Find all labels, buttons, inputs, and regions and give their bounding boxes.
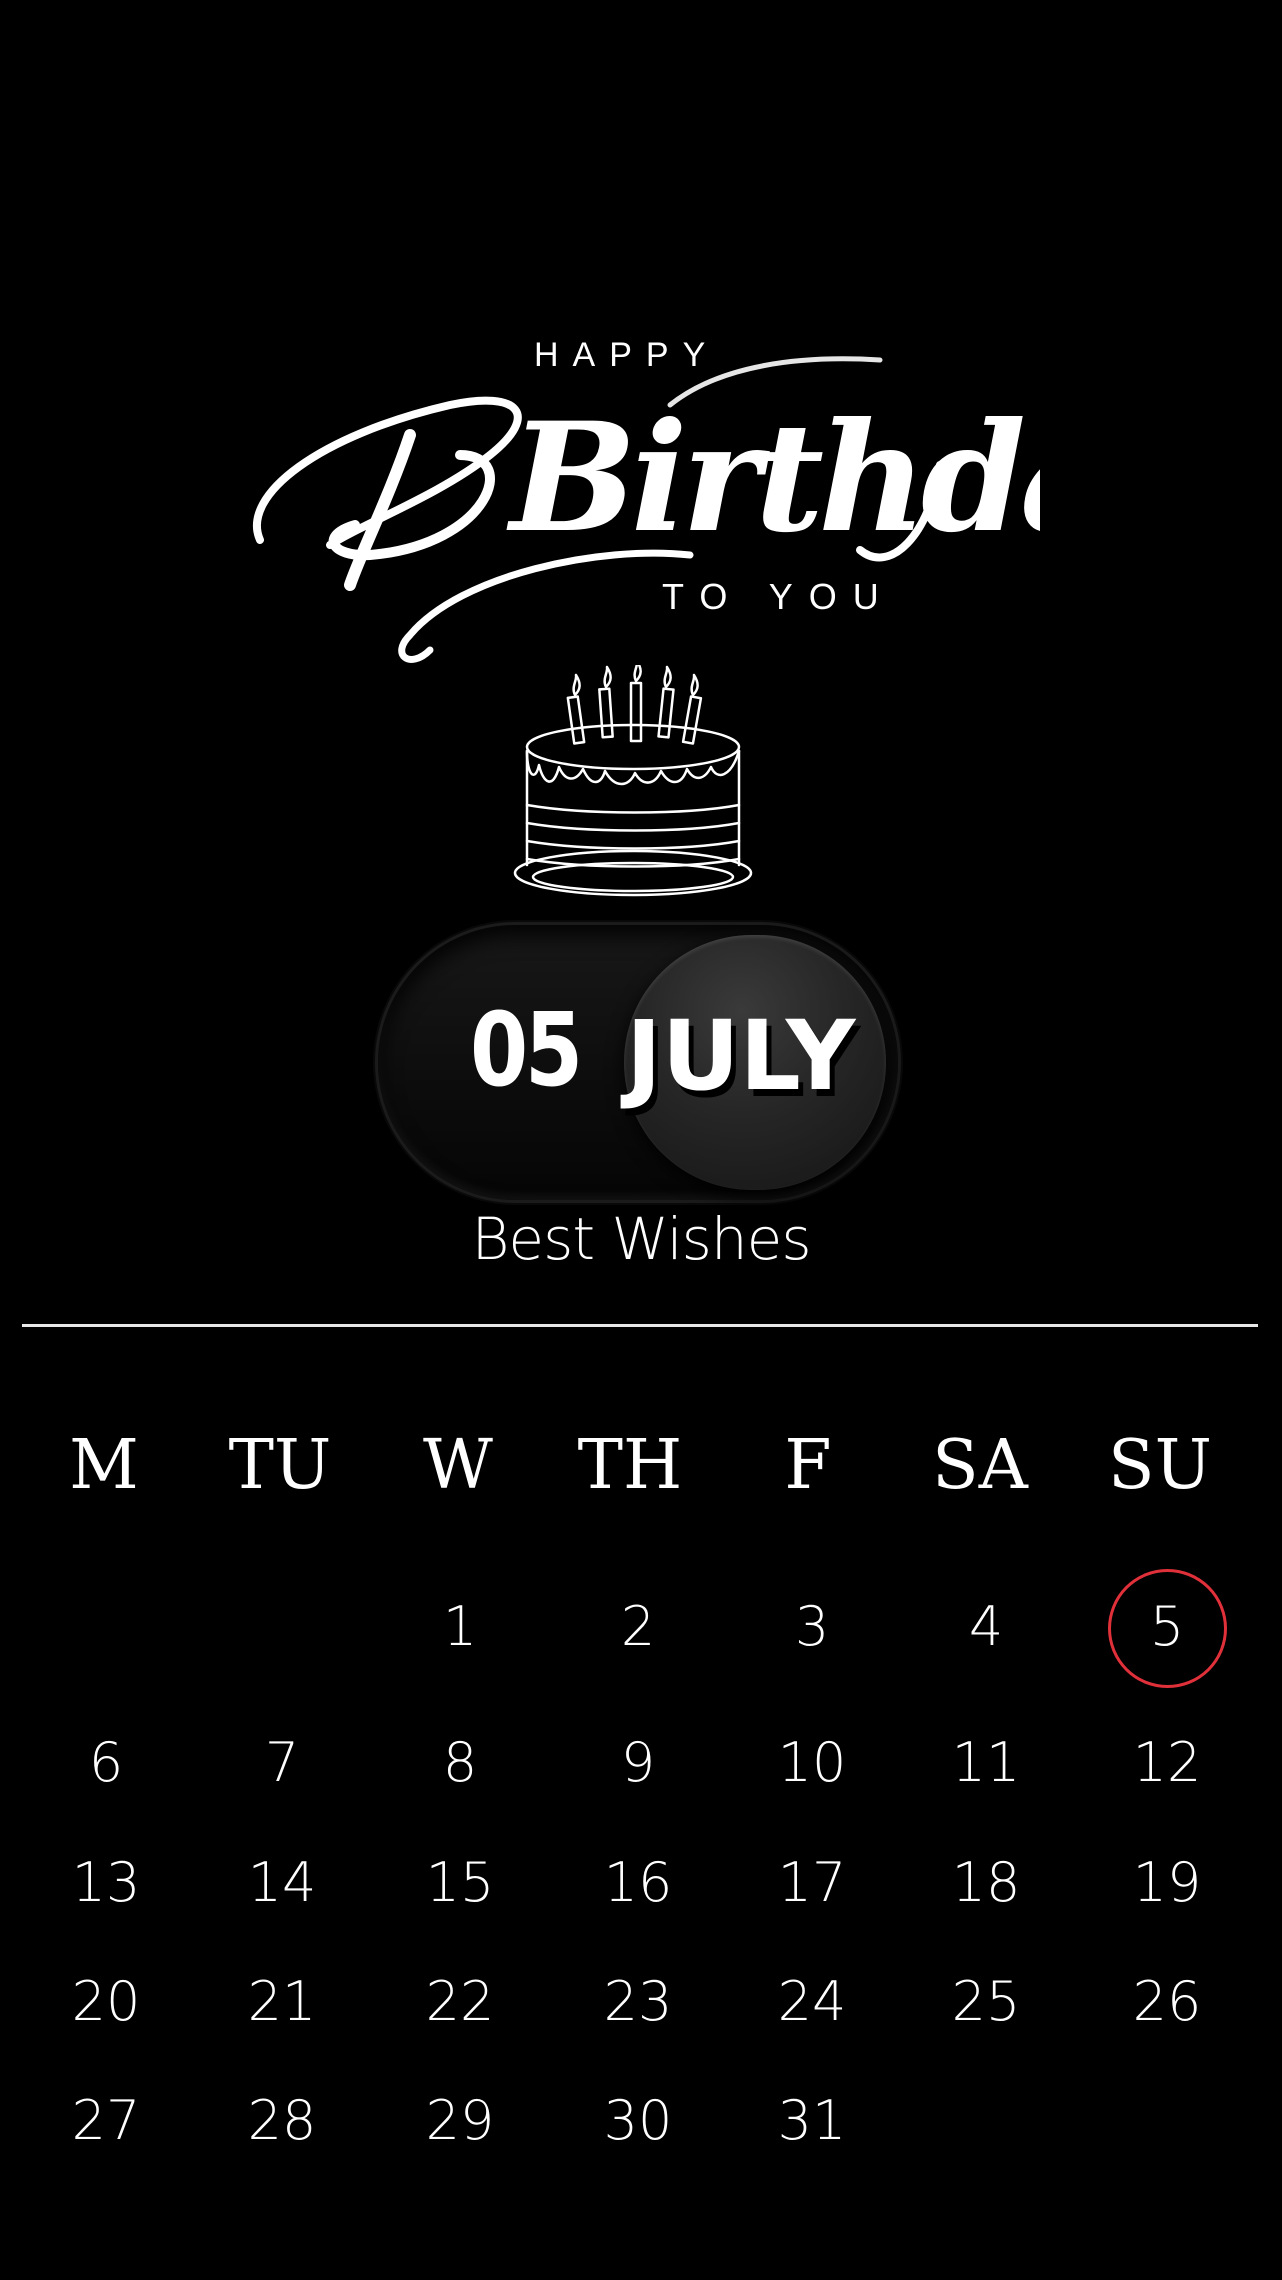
- calendar-date[interactable]: 8: [400, 1736, 520, 1790]
- calendar-date[interactable]: 18: [926, 1856, 1046, 1910]
- calendar-date[interactable]: 7: [222, 1736, 342, 1790]
- calendar-date[interactable]: 27: [46, 2094, 166, 2148]
- calendar-date[interactable]: 25: [926, 1975, 1046, 2029]
- calendar-date-highlighted[interactable]: 5: [1107, 1569, 1227, 1688]
- calendar-date[interactable]: 10: [752, 1736, 872, 1790]
- calendar-date[interactable]: 30: [578, 2094, 698, 2148]
- calendar-date[interactable]: 1: [400, 1600, 520, 1654]
- calendar-date[interactable]: 23: [578, 1975, 698, 2029]
- calendar-date[interactable]: 28: [222, 2094, 342, 2148]
- greeting-to-you: TO YOU: [662, 576, 895, 617]
- weekday-label: W: [423, 1426, 493, 1505]
- calendar-date[interactable]: 4: [926, 1600, 1046, 1654]
- birthday-greeting: HAPPY Birthday TO YOU: [0, 0, 1282, 700]
- calendar-date[interactable]: 13: [46, 1856, 166, 1910]
- weekday-label: SA: [932, 1426, 1028, 1505]
- calendar-date[interactable]: 9: [578, 1736, 698, 1790]
- weekday-label: TU: [228, 1426, 332, 1505]
- calendar-date[interactable]: 2: [578, 1600, 698, 1654]
- calendar-date[interactable]: 22: [400, 1975, 520, 2029]
- calendar-date[interactable]: 19: [1107, 1856, 1227, 1910]
- weekday-label: TH: [577, 1426, 683, 1505]
- weekday-label: SU: [1108, 1426, 1212, 1505]
- calendar-date[interactable]: 24: [752, 1975, 872, 2029]
- day-number: 05: [470, 991, 583, 1110]
- calendar-date[interactable]: 3: [752, 1600, 872, 1654]
- title-script-text: Birthday: [506, 390, 1040, 566]
- birthday-cake-icon: [513, 665, 753, 897]
- calendar-date[interactable]: 14: [222, 1856, 342, 1910]
- calendar-date[interactable]: 20: [46, 1975, 166, 2029]
- calendar-date[interactable]: 31: [752, 2094, 872, 2148]
- calendar-date[interactable]: 15: [400, 1856, 520, 1910]
- birthday-script-title: Birthday: [253, 356, 1040, 663]
- calendar-date[interactable]: 26: [1107, 1975, 1227, 2029]
- calendar-date[interactable]: 17: [752, 1856, 872, 1910]
- calendar-date[interactable]: 21: [222, 1975, 342, 2029]
- weekday-label: M: [69, 1426, 139, 1505]
- calendar-date[interactable]: 16: [578, 1856, 698, 1910]
- month-label: JULY: [626, 1000, 856, 1112]
- weekday-label: F: [784, 1426, 832, 1505]
- calendar-date[interactable]: 29: [400, 2094, 520, 2148]
- best-wishes-text: Best Wishes: [471, 1205, 811, 1273]
- calendar-date[interactable]: 6: [46, 1736, 166, 1790]
- calendar-date[interactable]: 11: [926, 1736, 1046, 1790]
- divider: [22, 1324, 1258, 1327]
- calendar-date[interactable]: 12: [1107, 1736, 1227, 1790]
